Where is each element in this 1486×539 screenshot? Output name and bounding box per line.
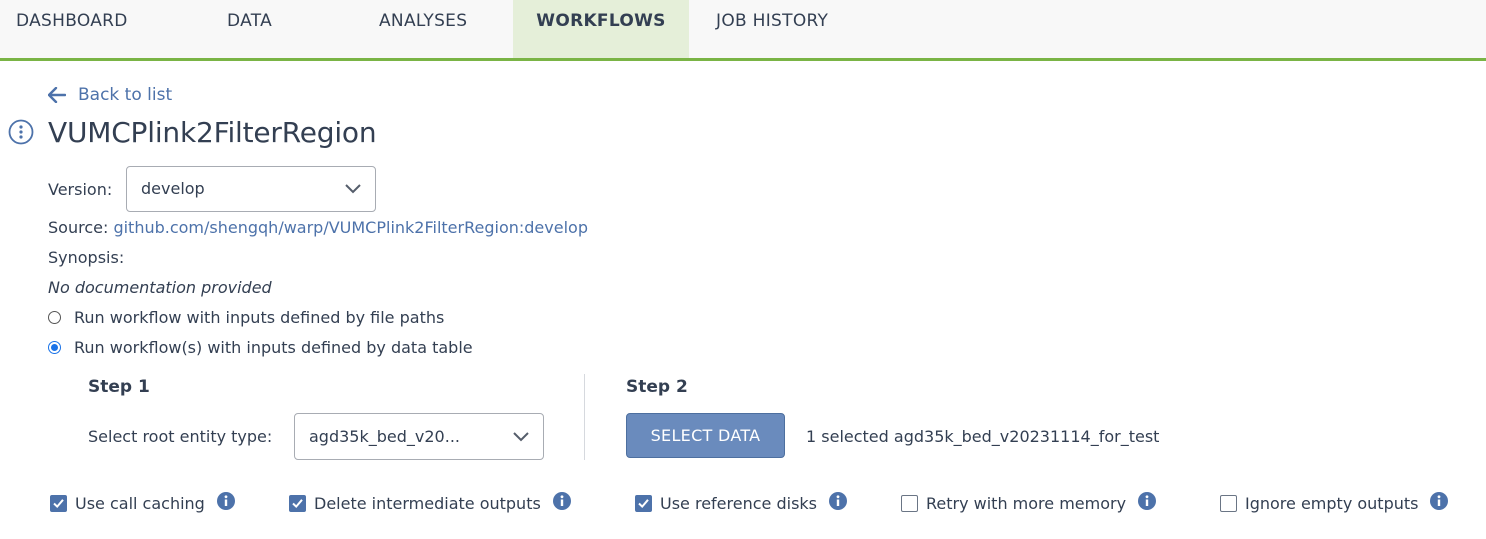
- radio-button[interactable]: [48, 311, 61, 324]
- source-row: Source: github.com/shengqh/warp/VUMCPlin…: [48, 218, 588, 237]
- chevron-down-icon: [345, 184, 361, 194]
- run-option-data-table[interactable]: Run workflow(s) with inputs defined by d…: [48, 338, 473, 357]
- source-link[interactable]: github.com/shengqh/warp/VUMCPlink2Filter…: [113, 218, 588, 237]
- back-to-list-label: Back to list: [78, 85, 173, 105]
- option-label: Use reference disks: [660, 494, 817, 513]
- source-label: Source:: [48, 218, 109, 237]
- info-icon[interactable]: [1430, 491, 1449, 510]
- option-use-reference-disks[interactable]: Use reference disks: [635, 491, 847, 513]
- tab-dashboard[interactable]: DASHBOARD: [16, 0, 128, 58]
- option-retry-with-more-memory[interactable]: Retry with more memory: [901, 491, 1157, 513]
- info-icon[interactable]: [216, 491, 235, 510]
- selection-summary: 1 selected agd35k_bed_v20231114_for_test: [806, 427, 1160, 446]
- option-label: Ignore empty outputs: [1245, 494, 1419, 513]
- tab-data[interactable]: DATA: [227, 0, 272, 58]
- option-delete-intermediate-outputs[interactable]: Delete intermediate outputs: [289, 491, 571, 513]
- arrow-left-icon: [48, 87, 66, 103]
- chevron-down-icon: [513, 432, 529, 442]
- checkbox-unchecked[interactable]: [901, 495, 918, 512]
- checkbox-checked[interactable]: [50, 495, 67, 512]
- checkbox-checked[interactable]: [635, 495, 652, 512]
- tab-job-history[interactable]: JOB HISTORY: [716, 0, 828, 58]
- checkbox-unchecked[interactable]: [1220, 495, 1237, 512]
- option-label: Retry with more memory: [926, 494, 1127, 513]
- option-use-call-caching[interactable]: Use call caching: [50, 491, 235, 513]
- option-label: Delete intermediate outputs: [314, 494, 541, 513]
- page-title: VUMCPlink2FilterRegion: [48, 116, 377, 149]
- root-entity-label: Select root entity type:: [88, 427, 273, 446]
- step2-title: Step 2: [626, 377, 688, 397]
- option-label: Use call caching: [75, 494, 205, 513]
- synopsis-value: No documentation provided: [48, 278, 272, 297]
- tab-workflows[interactable]: WORKFLOWS: [513, 0, 689, 58]
- top-navigation: DASHBOARD DATA ANALYSES WORKFLOWS JOB HI…: [0, 0, 1486, 61]
- root-entity-value: agd35k_bed_v20...: [309, 427, 460, 446]
- checkbox-checked[interactable]: [289, 495, 306, 512]
- run-option-file-paths[interactable]: Run workflow with inputs defined by file…: [48, 308, 444, 327]
- synopsis-label: Synopsis:: [48, 248, 125, 267]
- option-ignore-empty-outputs[interactable]: Ignore empty outputs: [1220, 491, 1449, 513]
- step-divider: [584, 374, 585, 460]
- info-icon[interactable]: [829, 491, 847, 510]
- info-icon[interactable]: [1138, 491, 1157, 510]
- run-option-label: Run workflow with inputs defined by file…: [74, 308, 445, 327]
- info-icon[interactable]: [552, 491, 571, 510]
- version-select[interactable]: develop: [126, 166, 376, 212]
- version-label: Version:: [48, 180, 113, 199]
- select-data-button[interactable]: SELECT DATA: [626, 413, 785, 458]
- root-entity-select[interactable]: agd35k_bed_v20...: [294, 413, 544, 460]
- version-value: develop: [141, 179, 205, 198]
- back-to-list-link[interactable]: Back to list: [48, 82, 172, 108]
- kebab-circle-icon[interactable]: [8, 119, 34, 145]
- step1-title: Step 1: [88, 377, 150, 397]
- radio-button-selected[interactable]: [48, 341, 61, 354]
- run-option-label: Run workflow(s) with inputs defined by d…: [74, 338, 473, 357]
- tab-analyses[interactable]: ANALYSES: [379, 0, 467, 58]
